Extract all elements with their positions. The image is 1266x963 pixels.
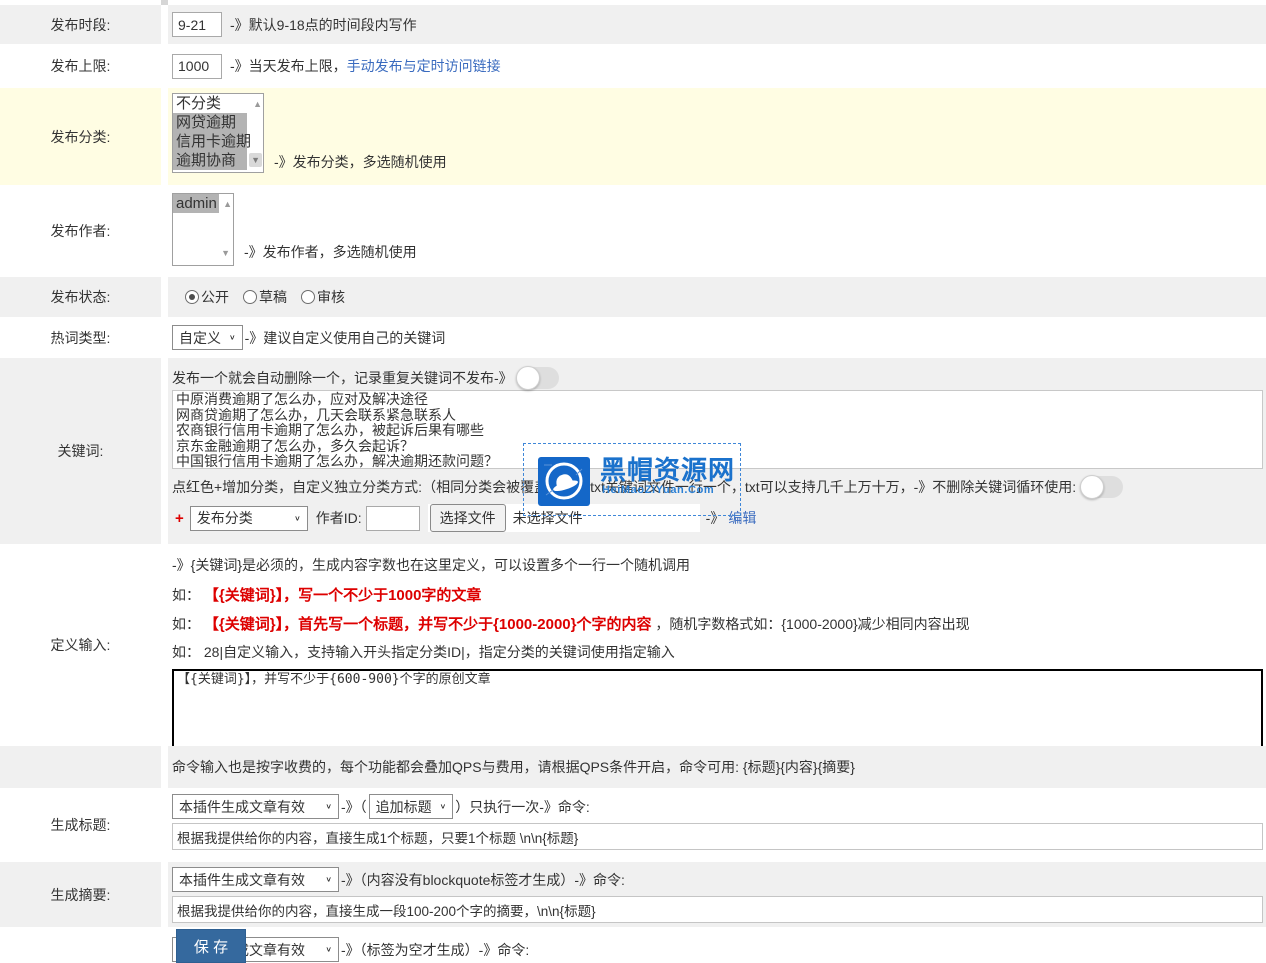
publish-time-desc: -》默认9-18点的时间段内写作 <box>230 15 417 35</box>
row-publish-category: 发布分类: 不分类 网贷逾期 信用卡逾期 逾期协商 ▲ ▼ -》发布分类，多选随… <box>0 88 1266 185</box>
scroll-down-icon[interactable]: ▼ <box>249 153 262 167</box>
category-option[interactable]: 网贷逾期 <box>173 113 247 132</box>
command-note-text: 命令输入也是按字收费的，每个功能都会叠加QPS与费用，请根据QPS条件开启，命令… <box>172 757 855 777</box>
keywords-note: 点红色+增加分类，自定义独立分类方式:（相同分类会被覆盖）支持txt关键词文件一… <box>172 477 1076 497</box>
row-bottom: 本插件生成文章有效∨ -》（标签为空才生成）-》命令: 保 存 <box>0 927 1266 961</box>
category-option[interactable]: 不分类 <box>173 94 247 113</box>
dropdown-chevron-icon: ∨ <box>325 802 332 811</box>
row-gen-title: 生成标题: 本插件生成文章有效∨ -》（ 追加标题∨ ）只执行一次-》命令: 根… <box>0 788 1266 862</box>
row-define-input: 定义输入: -》{关键词}是必须的，生成内容字数也在这里定义，可以设置多个一行一… <box>0 544 1266 746</box>
gen-title-append-select[interactable]: 追加标题∨ <box>369 794 454 819</box>
radio-icon[interactable] <box>301 290 315 304</box>
publish-time-input[interactable]: 9-21 <box>172 12 222 37</box>
row-gen-summary: 生成摘要: 本插件生成文章有效∨ -》（内容没有blockquote标签才生成）… <box>0 862 1266 927</box>
publish-limit-desc: -》当天发布上限， <box>230 56 347 76</box>
keywords-textarea[interactable]: 中原消费逾期了怎么办，应对及解决途径 网商贷逾期了怎么办，几天会联系紧急联系人 … <box>172 390 1263 469</box>
keyword-loop-toggle[interactable] <box>1081 476 1123 498</box>
status-radio-draft[interactable]: 草稿 <box>243 287 287 307</box>
file-input[interactable]: 选择文件 未选择文件 <box>428 504 700 532</box>
dropdown-chevron-icon: ∨ <box>325 875 332 884</box>
category-option[interactable]: 逾期协商 <box>173 151 247 170</box>
gen-title-command-input[interactable]: 根据我提供给你的内容，直接生成1个标题，只要1个标题 \n\n{标题} <box>172 823 1263 850</box>
row-publish-author: 发布作者: admin ▲ ▼ -》发布作者，多选随机使用 <box>0 185 1266 277</box>
edit-link[interactable]: 编辑 <box>728 508 756 528</box>
publish-limit-label: 发布上限: <box>0 44 161 88</box>
hotword-type-desc: -》建议自定义使用自己的关键词 <box>245 328 446 348</box>
auto-delete-toggle[interactable] <box>517 367 559 389</box>
define-input-label: 定义输入: <box>0 544 161 746</box>
radio-icon[interactable] <box>243 290 257 304</box>
dropdown-chevron-icon: ∨ <box>325 945 332 954</box>
define-input-example1: 如： 【{关键词}】，写一个不少于1000字的文章 <box>172 584 1266 605</box>
gen-title-mode-select[interactable]: 本插件生成文章有效∨ <box>172 794 339 819</box>
status-radio-review[interactable]: 审核 <box>301 287 345 307</box>
manual-publish-link[interactable]: 手动发布与定时访问链接 <box>347 56 501 76</box>
publish-category-label: 发布分类: <box>0 88 161 185</box>
row-publish-limit: 发布上限: 1000 -》当天发布上限， 手动发布与定时访问链接 <box>0 44 1266 88</box>
define-input-example2: 如： 【{关键词}】，首先写一个标题，并写不少于{1000-2000}个字的内容… <box>172 613 1266 634</box>
toggle-knob <box>1080 475 1104 499</box>
row-command-note: 命令输入也是按字收费的，每个功能都会叠加QPS与费用，请根据QPS条件开启，命令… <box>0 746 1266 788</box>
define-input-textarea[interactable]: 【{关键词}】，并写不少于{600-900}个字的原创文章 <box>172 669 1263 755</box>
toggle-knob <box>516 366 540 390</box>
category-option[interactable]: 信用卡逾期 <box>173 132 247 151</box>
gen-summary-label: 生成摘要: <box>0 862 161 927</box>
choose-file-button[interactable]: 选择文件 <box>430 504 506 532</box>
dropdown-chevron-icon: ∨ <box>229 333 236 342</box>
gen-summary-mode-select[interactable]: 本插件生成文章有效∨ <box>172 867 339 892</box>
gen-tag-desc: -》（标签为空才生成）-》命令: <box>341 940 529 960</box>
hotword-type-label: 热词类型: <box>0 317 161 358</box>
author-id-label: 作者ID: <box>316 508 362 528</box>
publish-time-label: 发布时段: <box>0 5 161 44</box>
define-input-example3: 如： 28|自定义输入，支持输入开头指定分类ID|，指定分类的关键词使用指定输入 <box>172 642 1266 662</box>
publish-limit-input[interactable]: 1000 <box>172 54 222 79</box>
publish-status-label: 发布状态: <box>0 277 161 317</box>
hotword-type-select[interactable]: 自定义∨ <box>172 325 243 350</box>
row-keywords: 关键词: 发布一个就会自动删除一个，记录重复关键词不发布-》 中原消费逾期了怎么… <box>0 358 1266 544</box>
dropdown-chevron-icon: ∨ <box>440 802 447 811</box>
add-category-button[interactable]: + <box>175 510 184 527</box>
publish-category-desc: -》发布分类，多选随机使用 <box>274 152 447 172</box>
publish-author-desc: -》发布作者，多选随机使用 <box>244 242 417 262</box>
gen-summary-command-input[interactable]: 根据我提供给你的内容，直接生成一段100-200个字的摘要，\n\n{标题} <box>172 896 1263 923</box>
author-id-input[interactable] <box>366 506 420 531</box>
gen-title-label: 生成标题: <box>0 788 161 862</box>
edit-arrow: -》 <box>706 508 725 528</box>
row-publish-status: 发布状态: 公开 草稿 审核 <box>0 277 1266 317</box>
define-input-desc: -》{关键词}是必须的，生成内容字数也在这里定义，可以设置多个一行一个随机调用 <box>172 555 1266 575</box>
publish-author-label: 发布作者: <box>0 185 161 277</box>
keywords-label: 关键词: <box>0 358 161 544</box>
gen-title-desc: ）只执行一次-》命令: <box>455 797 590 817</box>
row-publish-time: 发布时段: 9-21 -》默认9-18点的时间段内写作 <box>0 5 1266 44</box>
dropdown-chevron-icon: ∨ <box>294 514 301 523</box>
row-hotword-type: 热词类型: 自定义∨ -》建议自定义使用自己的关键词 <box>0 317 1266 358</box>
author-option[interactable]: admin <box>173 194 219 213</box>
publish-category-listbox[interactable]: 不分类 网贷逾期 信用卡逾期 逾期协商 ▲ ▼ <box>172 93 264 173</box>
keyword-category-select[interactable]: 发布分类∨ <box>190 506 308 531</box>
publish-author-listbox[interactable]: admin ▲ ▼ <box>172 193 234 266</box>
gen-summary-desc: -》（内容没有blockquote标签才生成）-》命令: <box>341 870 625 890</box>
auto-delete-desc: 发布一个就会自动删除一个，记录重复关键词不发布-》 <box>172 368 513 388</box>
radio-checked-icon[interactable] <box>185 290 199 304</box>
scroll-up-icon[interactable]: ▲ <box>253 99 262 109</box>
save-button[interactable]: 保 存 <box>176 929 246 963</box>
scroll-down-icon[interactable]: ▼ <box>219 246 232 260</box>
file-status-text: 未选择文件 <box>513 508 583 528</box>
status-radio-public[interactable]: 公开 <box>185 287 229 307</box>
scroll-up-icon[interactable]: ▲ <box>223 199 232 209</box>
